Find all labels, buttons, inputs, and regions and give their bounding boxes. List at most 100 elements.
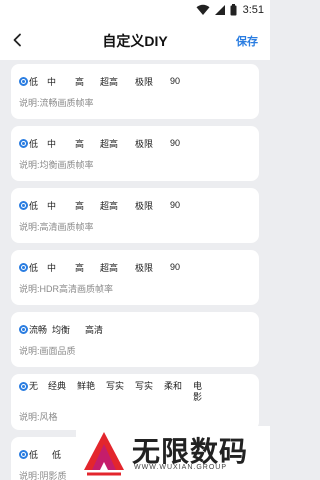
option-label: 低	[52, 449, 62, 460]
option-ultra[interactable]: 超高	[100, 75, 135, 88]
brand-logo-icon	[84, 432, 124, 476]
option-extreme[interactable]: 极限	[135, 75, 170, 88]
option-low[interactable]: 低	[19, 75, 47, 88]
option-vivid[interactable]: 鲜艳	[77, 381, 106, 392]
option-high[interactable]: 高	[75, 75, 100, 88]
option-90[interactable]: 90	[170, 76, 190, 86]
settings-card-smooth-fps: 低 中 高 超高 极限 90 说明:流畅画质帧率	[11, 64, 259, 119]
option-medium[interactable]: 中	[47, 75, 75, 88]
option-label: 写实	[106, 381, 125, 391]
radio-selected-icon	[19, 382, 28, 391]
option-label: 超高	[100, 262, 119, 273]
option-extreme[interactable]: 极限	[135, 199, 170, 212]
option-label: 流畅	[29, 324, 48, 335]
status-time: 3:51	[242, 4, 264, 16]
option-ultra[interactable]: 超高	[100, 199, 135, 212]
option-label: 超高	[100, 138, 119, 149]
option-label: 中	[47, 262, 57, 273]
option-label: 极限	[135, 138, 154, 149]
option-label: 高	[75, 138, 85, 149]
option-low[interactable]: 低	[19, 261, 47, 274]
option-hd[interactable]: 高清	[85, 323, 115, 336]
option-label: 鲜艳	[77, 381, 96, 391]
option-label: 超高	[100, 200, 119, 211]
status-icons: 3:51	[196, 3, 264, 17]
card-description: 说明:高清画质帧率	[19, 222, 94, 232]
option-90[interactable]: 90	[170, 262, 190, 272]
card-description: 说明:风格	[19, 412, 58, 422]
option-extreme[interactable]: 极限	[135, 137, 170, 150]
settings-card-hdr-fps: 低 中 高 超高 极限 90 说明:HDR高清画质帧率	[11, 250, 259, 305]
status-bar: 3:51	[0, 0, 270, 20]
screen: 3:51 自定义DIY 保存 低 中 高 超高 极限 90 说明:流畅画质帧率	[0, 0, 270, 480]
option-row: 低 中 高 超高 极限 90	[19, 188, 253, 214]
option-low[interactable]: 低	[19, 199, 47, 212]
watermark-site: WWW.WUXIAN.GROUP	[134, 464, 227, 471]
option-label: 低	[29, 76, 39, 87]
option-row: 低 中 高 超高 极限 90	[19, 250, 253, 276]
page-title: 自定义DIY	[102, 33, 168, 49]
option-high[interactable]: 高	[75, 137, 100, 150]
option-label: 90	[170, 262, 181, 272]
option-balanced[interactable]: 均衡	[52, 323, 85, 336]
option-realistic[interactable]: 写实	[106, 381, 135, 392]
option-label: 无	[29, 381, 39, 391]
wifi-icon	[196, 4, 210, 15]
settings-card-hd-fps: 低 中 高 超高 极限 90 说明:高清画质帧率	[11, 188, 259, 243]
option-none[interactable]: 无	[19, 381, 48, 392]
option-label: 90	[170, 200, 181, 210]
option-row: 低 中 高 超高 极限 90	[19, 64, 253, 90]
option-label: 极限	[135, 76, 154, 87]
option-label: 90	[170, 138, 181, 148]
battery-icon	[230, 4, 237, 16]
settings-card-style: 无 经典 鲜艳 写实 写实 柔和 电影 说明:风格	[11, 374, 259, 430]
option-medium[interactable]: 中	[47, 261, 75, 274]
option-label: 超高	[100, 76, 119, 87]
option-extreme[interactable]: 极限	[135, 261, 170, 274]
option-low[interactable]: 低	[19, 448, 52, 461]
radio-selected-icon	[19, 76, 28, 86]
option-medium[interactable]: 中	[47, 199, 75, 212]
option-label: 极限	[135, 200, 154, 211]
settings-list: 低 中 高 超高 极限 90 说明:流畅画质帧率 低 中 高 超高 极限 90 …	[11, 64, 259, 480]
card-description: 说明:均衡画质帧率	[19, 160, 94, 170]
option-smooth[interactable]: 流畅	[19, 323, 52, 336]
card-description: 说明:流畅画质帧率	[19, 98, 94, 108]
radio-selected-icon	[19, 200, 28, 210]
option-ultra[interactable]: 超高	[100, 261, 135, 274]
option-movie[interactable]: 电影	[193, 381, 205, 403]
option-label: 低	[29, 449, 39, 460]
option-classic[interactable]: 经典	[48, 381, 77, 392]
option-label: 高	[75, 76, 85, 87]
option-label: 低	[29, 200, 39, 211]
signal-icon	[214, 5, 225, 15]
radio-selected-icon	[19, 138, 28, 148]
radio-selected-icon	[19, 262, 28, 272]
option-soft[interactable]: 柔和	[164, 381, 193, 392]
option-label: 中	[47, 76, 57, 87]
option-90[interactable]: 90	[170, 200, 190, 210]
option-label: 经典	[48, 381, 67, 391]
option-row: 流畅 均衡 高清	[19, 312, 253, 338]
option-label: 低	[29, 138, 39, 149]
settings-card-picture-quality: 流畅 均衡 高清 说明:画面品质	[11, 312, 259, 367]
radio-selected-icon	[19, 324, 28, 334]
option-label: 写实	[135, 381, 154, 391]
option-high[interactable]: 高	[75, 199, 100, 212]
option-medium[interactable]: 中	[47, 137, 75, 150]
option-high[interactable]: 高	[75, 261, 100, 274]
option-label: 中	[47, 200, 57, 211]
option-label: 高	[75, 262, 85, 273]
option-label: 柔和	[164, 381, 183, 391]
option-label: 电影	[193, 381, 203, 402]
option-realistic-2[interactable]: 写实	[135, 381, 164, 392]
option-label: 90	[170, 76, 181, 86]
option-90[interactable]: 90	[170, 138, 190, 148]
option-label: 高	[75, 200, 85, 211]
save-button[interactable]: 保存	[236, 33, 258, 49]
option-low[interactable]: 低	[19, 137, 47, 150]
option-label: 极限	[135, 262, 154, 273]
option-ultra[interactable]: 超高	[100, 137, 135, 150]
option-row: 低 中 高 超高 极限 90	[19, 126, 253, 152]
settings-card-balanced-fps: 低 中 高 超高 极限 90 说明:均衡画质帧率	[11, 126, 259, 181]
